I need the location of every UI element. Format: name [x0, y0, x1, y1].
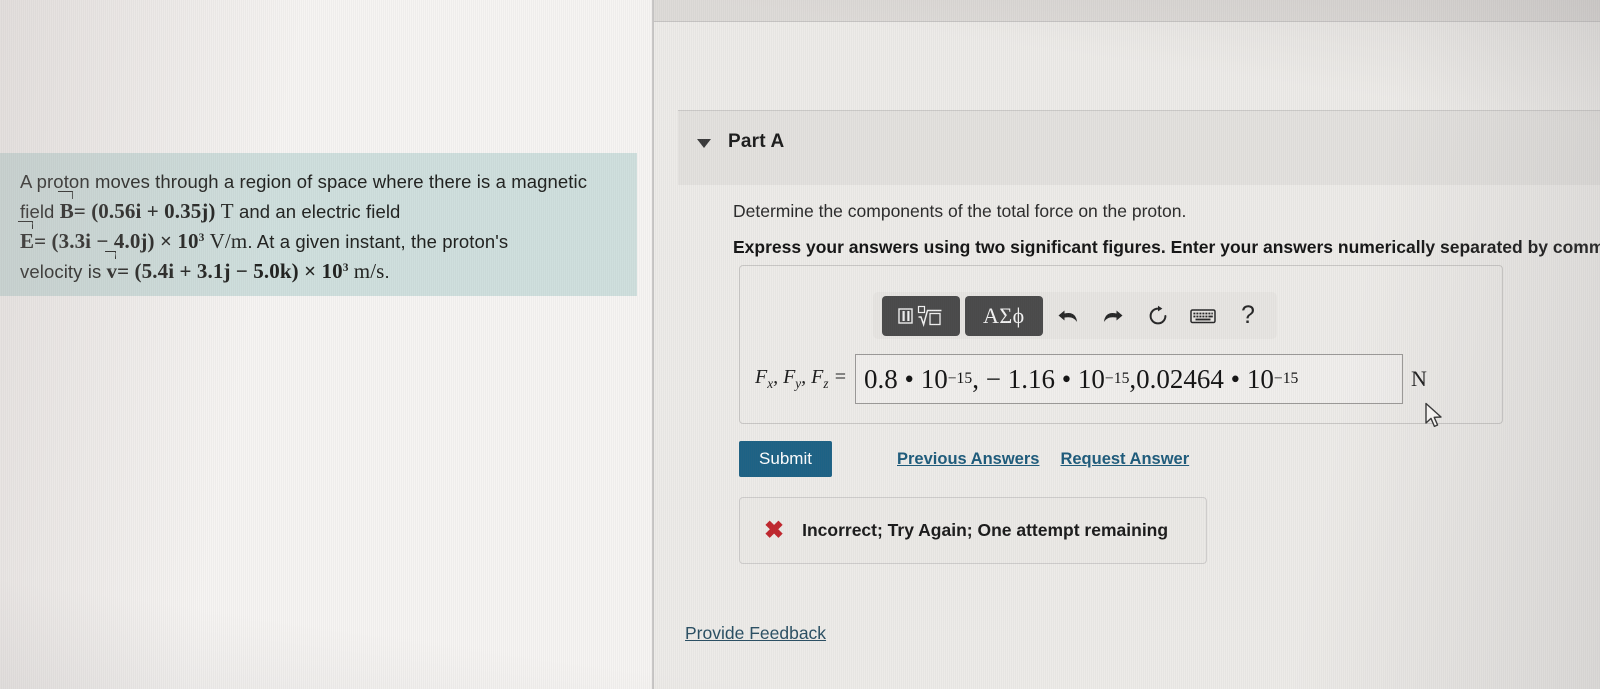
problem-line-1-text: A proton moves through a region of space…: [20, 171, 588, 192]
math-input-toolbar: ΑΣϕ ?: [873, 292, 1277, 339]
problem-line-3-suffix: . At a given instant, the proton's: [247, 231, 509, 252]
problem-line-4-period: .: [384, 261, 390, 282]
answer-value-1-mantissa: 0.8: [864, 363, 898, 394]
part-a-header-band: [678, 111, 1600, 185]
problem-line-4-prefix: velocity is: [20, 261, 107, 282]
problem-line-2-suffix: and an electric field: [238, 201, 401, 222]
vector-b-symbol: B: [60, 196, 74, 225]
label-sub-x: x: [767, 376, 774, 391]
alert-message: Incorrect; Try Again; One attempt remain…: [802, 520, 1169, 540]
top-horizontal-rule: [653, 21, 1600, 22]
answer-value-3-base: 10: [1246, 363, 1274, 394]
problem-line-4-body: = (5.4i + 3.1j − 5.0k) × 10: [117, 259, 343, 283]
answer-value-1-base: 10: [920, 363, 948, 394]
vector-e-symbol: E: [20, 226, 34, 255]
help-icon[interactable]: ?: [1228, 296, 1268, 336]
problem-line-4-exponent: 3: [342, 261, 349, 274]
problem-line-2-unit: T: [220, 199, 234, 223]
problem-line-4: velocity is v= (5.4i + 3.1j − 5.0k) × 10…: [20, 256, 620, 286]
keyboard-icon[interactable]: [1183, 296, 1223, 336]
problem-line-3-body: = (3.3i − 4.0j) × 10: [34, 229, 199, 253]
answer-input[interactable]: 0.8 • 10 −15, − 1.16 • 10 −15, 0.02464 • 10…: [855, 354, 1404, 404]
label-equals: =: [833, 366, 848, 388]
answer-value-3-dot: •: [1230, 363, 1241, 394]
greek-symbols-button[interactable]: ΑΣϕ: [964, 295, 1043, 336]
problem-line-2-prefix: field: [20, 201, 60, 222]
top-strip: [653, 0, 1600, 21]
provide-feedback-link[interactable]: Provide Feedback: [685, 623, 826, 644]
answer-unit: N: [1411, 366, 1427, 391]
math-template-icon[interactable]: [882, 295, 960, 336]
pane-divider: [652, 0, 654, 689]
label-f-z: F: [811, 366, 824, 388]
answer-input-row: Fx, Fy, Fz = 0.8 • 10 −15, − 1.16 • 10 −15…: [755, 354, 1427, 404]
problem-line-4-unit: m/s: [353, 259, 385, 283]
undo-icon[interactable]: [1048, 296, 1088, 336]
problem-line-2-body: = (0.56i + 0.35j): [73, 199, 216, 223]
answer-value-2-mantissa: − 1.16: [985, 363, 1055, 394]
problem-line-3-exponent: 3: [198, 231, 205, 244]
label-sub-z: z: [823, 376, 829, 391]
label-f-x: F: [755, 366, 768, 388]
question-instruction: Express your answers using two significa…: [733, 237, 1600, 257]
redo-icon[interactable]: [1093, 296, 1133, 336]
part-a-top-rule: [678, 110, 1600, 111]
reset-icon[interactable]: [1138, 296, 1178, 336]
status-badge: ✖ Incorrect; Try Again; One attempt rema…: [739, 497, 1207, 564]
left-content-pane: [0, 0, 653, 689]
problem-line-2: field B= (0.56i + 0.35j) T and an electr…: [20, 196, 620, 226]
answer-value-3-mantissa: 0.02464: [1136, 363, 1224, 394]
problem-line-1: A proton moves through a region of space…: [20, 168, 620, 196]
x-mark-icon: ✖: [764, 516, 785, 544]
previous-answers-link[interactable]: Previous Answers: [897, 450, 1039, 469]
submit-button[interactable]: Submit: [739, 441, 832, 477]
problem-line-3-unit: V/m: [209, 229, 248, 253]
label-sub-y: y: [795, 376, 802, 391]
part-a-header[interactable]: Part A: [697, 131, 784, 153]
answer-separator-1: ,: [972, 363, 979, 394]
answer-actions: Submit Previous Answers Request Answer: [739, 441, 1189, 477]
problem-statement: A proton moves through a region of space…: [20, 168, 620, 286]
answer-field-label: Fx, Fy, Fz =: [755, 366, 848, 391]
request-answer-link[interactable]: Request Answer: [1060, 450, 1189, 469]
question-prompt: Determine the components of the total fo…: [733, 201, 1187, 221]
label-f-y: F: [783, 366, 796, 388]
answer-value-2-base: 10: [1077, 363, 1105, 394]
answer-value-1-dot: •: [904, 363, 914, 394]
answer-card: ΑΣϕ ? Fx, Fy, Fz = 0.8 • 10 −15 , − 1.16…: [739, 265, 1503, 424]
answer-separator-2: ,: [1129, 363, 1137, 394]
vector-v-symbol: v: [107, 256, 118, 285]
caret-down-icon[interactable]: [697, 138, 711, 148]
screen-photo: A proton moves through a region of space…: [0, 0, 1600, 689]
answer-value-2-dot: •: [1061, 363, 1072, 394]
part-a-title: Part A: [728, 131, 785, 152]
